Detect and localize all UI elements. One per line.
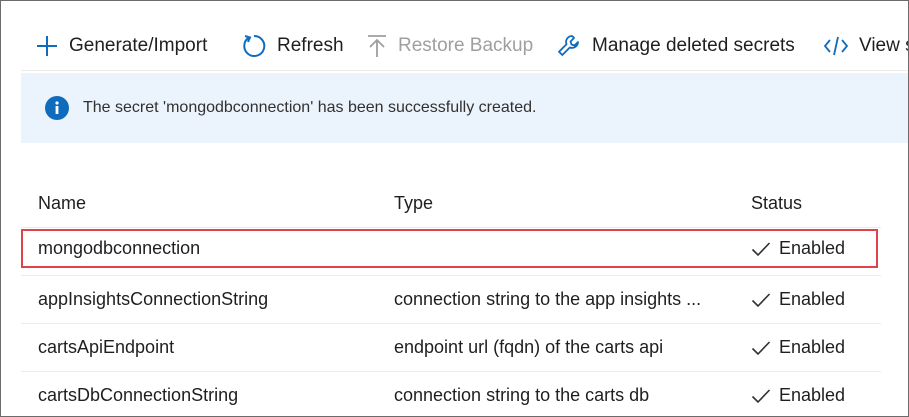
checkmark-icon	[751, 241, 771, 256]
restore-backup-button[interactable]: Restore Backup	[366, 31, 533, 61]
status-label: Enabled	[779, 385, 846, 405]
refresh-icon	[241, 33, 267, 59]
view-sample-code-button[interactable]: View s	[823, 31, 908, 61]
checkmark-icon	[751, 292, 771, 307]
column-header-type[interactable]: Type	[394, 193, 433, 214]
checkmark-icon	[751, 340, 771, 355]
code-icon	[823, 35, 849, 57]
column-header-name[interactable]: Name	[38, 193, 86, 214]
view-sample-code-label: View s	[859, 35, 908, 56]
secret-status: Enabled	[751, 337, 845, 358]
key-vault-secrets-panel: Generate/Import Refresh Restore Backup M…	[0, 0, 909, 417]
status-label: Enabled	[779, 238, 846, 258]
table-row[interactable]: cartsDbConnectionString connection strin…	[21, 372, 881, 416]
secret-name[interactable]: mongodbconnection	[38, 238, 200, 259]
plus-icon	[35, 34, 59, 58]
generate-import-button[interactable]: Generate/Import	[35, 31, 207, 61]
success-notification-banner: The secret 'mongodbconnection' has been …	[21, 73, 908, 143]
checkmark-icon	[751, 388, 771, 403]
table-header: Name Type Status	[21, 179, 881, 228]
secret-name[interactable]: appInsightsConnectionString	[38, 289, 268, 310]
upload-arrow-icon	[366, 34, 388, 58]
wrench-icon	[556, 33, 582, 59]
secret-status: Enabled	[751, 289, 845, 310]
secret-type: endpoint url (fqdn) of the carts api	[394, 337, 664, 357]
manage-deleted-secrets-label: Manage deleted secrets	[592, 35, 795, 56]
column-header-status[interactable]: Status	[751, 193, 802, 214]
secret-name[interactable]: cartsApiEndpoint	[38, 337, 174, 358]
info-icon	[45, 96, 69, 120]
secrets-table: Name Type Status mongodbconnection Enabl…	[21, 179, 881, 416]
secret-type: connection string to the app insights ..…	[394, 289, 702, 309]
command-bar: Generate/Import Refresh Restore Backup M…	[1, 1, 908, 71]
refresh-label: Refresh	[277, 35, 344, 56]
table-row[interactable]: mongodbconnection Enabled	[21, 228, 881, 276]
table-row[interactable]: appInsightsConnectionString connection s…	[21, 276, 881, 324]
manage-deleted-secrets-button[interactable]: Manage deleted secrets	[556, 31, 795, 61]
secret-status: Enabled	[751, 385, 845, 406]
secret-name[interactable]: cartsDbConnectionString	[38, 385, 238, 406]
secret-status: Enabled	[751, 238, 845, 259]
status-label: Enabled	[779, 289, 846, 309]
restore-backup-label: Restore Backup	[398, 35, 534, 56]
toolbar-divider	[21, 70, 908, 71]
generate-import-label: Generate/Import	[69, 35, 208, 56]
status-label: Enabled	[779, 337, 846, 357]
refresh-button[interactable]: Refresh	[241, 31, 344, 61]
secret-type: connection string to the carts db	[394, 385, 650, 405]
table-row[interactable]: cartsApiEndpoint endpoint url (fqdn) of …	[21, 324, 881, 372]
notification-message: The secret 'mongodbconnection' has been …	[83, 99, 537, 116]
